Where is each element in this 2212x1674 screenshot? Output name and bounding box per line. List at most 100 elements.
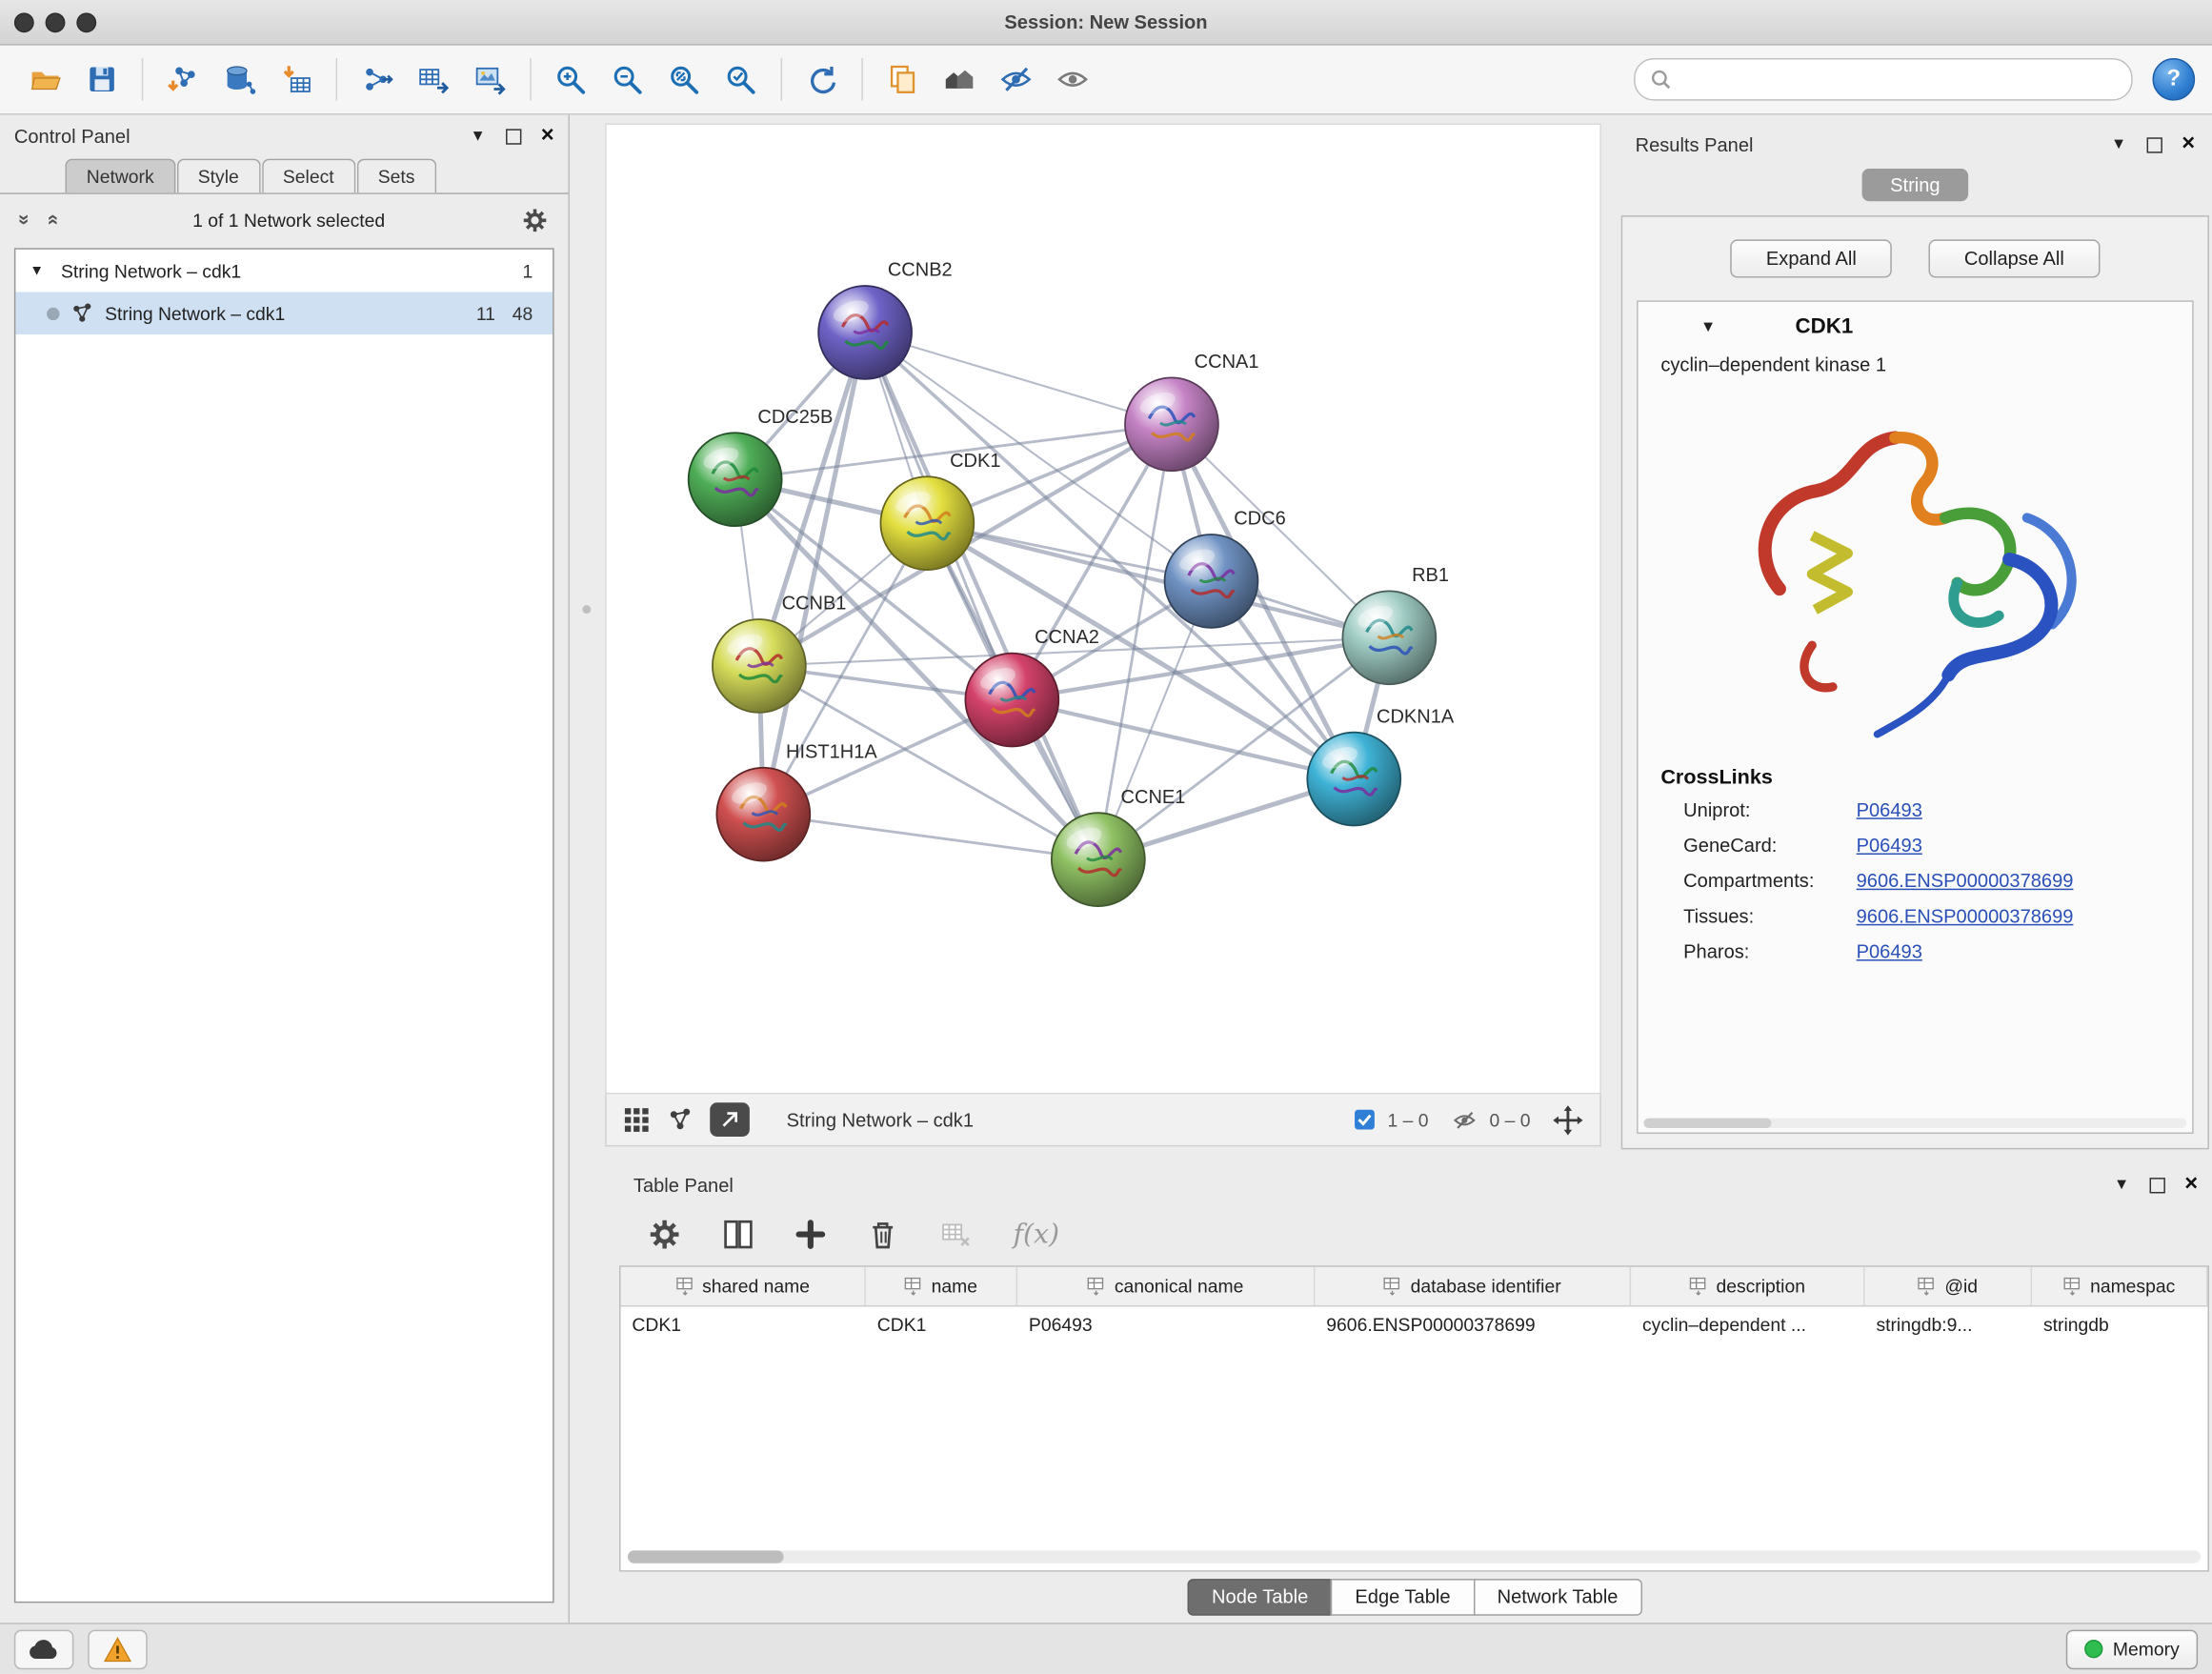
help-label: ? xyxy=(2167,67,2182,92)
import-network-database-button[interactable] xyxy=(214,54,266,106)
close-panel-icon[interactable]: × xyxy=(541,125,554,148)
network-collection-row[interactable]: ▼ String Network – cdk1 1 xyxy=(15,250,553,292)
status-bar: Memory xyxy=(0,1623,2212,1674)
warnings-button[interactable] xyxy=(88,1629,147,1669)
main-toolbar: ? xyxy=(0,46,2212,115)
pan-crosshair-icon[interactable] xyxy=(1553,1105,1582,1135)
search-input[interactable] xyxy=(1680,68,2117,91)
table-row[interactable]: CDK1 CDK1 P06493 9606.ENSP00000378699 cy… xyxy=(621,1306,2208,1343)
network-node[interactable]: CDK1 xyxy=(880,451,1000,570)
tab-style[interactable]: Style xyxy=(176,159,260,193)
help-button[interactable]: ? xyxy=(2153,58,2196,101)
network-title: String Network – cdk1 xyxy=(787,1109,974,1130)
tab-network-table[interactable]: Network Table xyxy=(1473,1579,1641,1616)
expand-all-button[interactable]: Expand All xyxy=(1731,239,1892,277)
scrollbar-thumb[interactable] xyxy=(628,1550,784,1563)
birds-eye-view-button[interactable] xyxy=(710,1102,750,1137)
collapse-all-button[interactable]: Collapse All xyxy=(1929,239,2100,277)
results-panel-title: Results Panel xyxy=(1636,134,2092,155)
tree-caret-icon[interactable]: ▼ xyxy=(30,263,50,278)
network-label: String Network – cdk1 xyxy=(105,303,465,324)
toolbar-separator xyxy=(142,58,143,101)
save-session-button[interactable] xyxy=(76,54,128,106)
network-canvas[interactable]: CCNB2CCNA1CDC25BCDK1CDC6RB1CCNB1CCNA2CDK… xyxy=(605,123,1601,1094)
float-panel-icon[interactable]: ▼ xyxy=(471,128,486,145)
function-builder-button[interactable]: f(x) xyxy=(1014,1219,1059,1250)
scrollbar-thumb[interactable] xyxy=(1644,1119,1772,1128)
float-panel-icon[interactable]: ▼ xyxy=(2111,136,2126,153)
network-node[interactable]: RB1 xyxy=(1342,565,1449,684)
import-table-button[interactable] xyxy=(271,54,322,106)
network-row[interactable]: String Network – cdk1 11 48 xyxy=(15,292,553,334)
grid-view-icon[interactable] xyxy=(624,1106,651,1133)
export-table-button[interactable] xyxy=(408,54,459,106)
network-node[interactable]: CCNB1 xyxy=(713,594,847,713)
close-panel-icon[interactable]: × xyxy=(2184,1174,2198,1197)
crosslink-link[interactable]: 9606.ENSP00000378699 xyxy=(1857,906,2074,927)
import-network-file-button[interactable] xyxy=(157,54,209,106)
table-settings-gear-icon[interactable] xyxy=(648,1218,682,1252)
column-header[interactable]: @id xyxy=(1865,1267,2033,1305)
column-header[interactable]: shared name xyxy=(621,1267,866,1305)
zoom-in-button[interactable] xyxy=(546,54,597,106)
search-icon xyxy=(1649,68,1672,91)
tab-edge-table[interactable]: Edge Table xyxy=(1331,1579,1475,1616)
column-header[interactable]: database identifier xyxy=(1315,1267,1631,1305)
close-panel-icon[interactable]: × xyxy=(2182,133,2195,156)
window-title: Session: New Session xyxy=(0,11,2212,32)
network-node[interactable]: CDKN1A xyxy=(1307,706,1455,825)
tab-network[interactable]: Network xyxy=(65,159,175,193)
show-columns-icon[interactable] xyxy=(721,1218,755,1252)
splitter-handle[interactable] xyxy=(582,605,591,614)
crosslink-link[interactable]: P06493 xyxy=(1857,799,1922,820)
column-header[interactable]: description xyxy=(1631,1267,1864,1305)
gear-icon[interactable] xyxy=(521,206,548,232)
gene-card-header[interactable]: ▼ CDK1 xyxy=(1639,302,2193,349)
column-header[interactable]: name xyxy=(866,1267,1017,1305)
column-header[interactable]: namespac xyxy=(2032,1267,2207,1305)
add-column-icon[interactable] xyxy=(794,1219,826,1250)
node-table: shared name name canonical name database… xyxy=(619,1265,2209,1571)
network-node[interactable]: HIST1H1A xyxy=(716,741,877,860)
delete-column-trash-icon[interactable] xyxy=(866,1218,900,1252)
crosslink-link[interactable]: 9606.ENSP00000378699 xyxy=(1857,870,2074,891)
maximize-panel-icon[interactable] xyxy=(2149,1177,2164,1192)
collapse-caret-icon[interactable]: ▼ xyxy=(1700,318,1716,335)
tab-string[interactable]: String xyxy=(1861,169,1968,201)
cloud-button[interactable] xyxy=(14,1629,73,1669)
network-graph[interactable]: CCNB2CCNA1CDC25BCDK1CDC6RB1CCNB1CCNA2CDK… xyxy=(607,125,1600,1093)
control-panel-tabs: Network Style Select Sets xyxy=(0,154,568,194)
graphics-details-button[interactable] xyxy=(991,54,1042,106)
zoom-selected-button[interactable] xyxy=(715,54,767,106)
tab-sets[interactable]: Sets xyxy=(356,159,435,193)
network-overview-icon[interactable] xyxy=(668,1107,694,1133)
crosslink-link[interactable]: P06493 xyxy=(1857,835,1922,856)
open-session-button[interactable] xyxy=(20,54,71,106)
cell-namespace: stringdb xyxy=(2032,1306,2207,1343)
expand-all-icon[interactable]: » xyxy=(39,214,62,226)
maximize-panel-icon[interactable] xyxy=(506,129,521,144)
tab-select[interactable]: Select xyxy=(262,159,355,193)
maximize-panel-icon[interactable] xyxy=(2146,137,2162,152)
string-network-icon xyxy=(70,302,93,325)
results-scrollbar[interactable] xyxy=(1644,1119,2187,1128)
network-node[interactable]: CCNA1 xyxy=(1125,352,1259,471)
memory-button[interactable]: Memory xyxy=(2066,1629,2198,1669)
column-header[interactable]: canonical name xyxy=(1017,1267,1315,1305)
network-node[interactable]: CCNB2 xyxy=(818,260,953,379)
home-view-button[interactable] xyxy=(934,54,985,106)
table-horizontal-scrollbar[interactable] xyxy=(628,1550,2201,1563)
export-image-button[interactable] xyxy=(465,54,516,106)
refresh-layout-button[interactable] xyxy=(796,54,848,106)
crosslink-link[interactable]: P06493 xyxy=(1857,941,1922,962)
network-from-selection-button[interactable] xyxy=(352,54,403,106)
zoom-fit-button[interactable] xyxy=(659,54,711,106)
tab-node-table[interactable]: Node Table xyxy=(1188,1579,1333,1616)
float-panel-icon[interactable]: ▼ xyxy=(2114,1177,2129,1194)
duplicate-pages-button[interactable] xyxy=(877,54,929,106)
collapse-all-icon[interactable]: » xyxy=(14,214,37,226)
zoom-out-button[interactable] xyxy=(602,54,654,106)
warning-icon xyxy=(104,1636,132,1662)
sort-column-icon xyxy=(2063,1277,2081,1295)
show-hide-button[interactable] xyxy=(1047,54,1098,106)
